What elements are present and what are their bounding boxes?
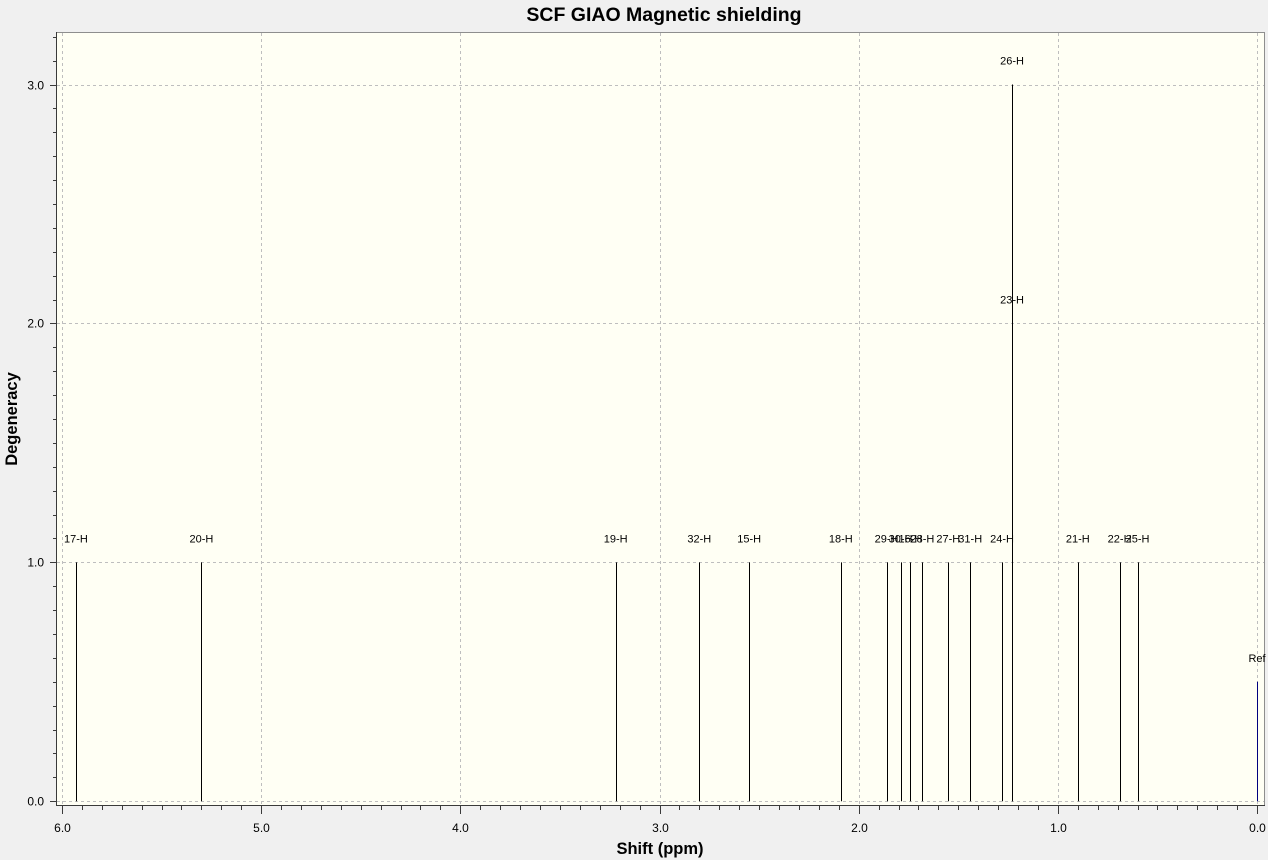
y-tick-label: 2.0 [27, 317, 44, 331]
peak-label-reference: Ref [1248, 653, 1266, 665]
x-tick-label: 3.0 [652, 821, 669, 835]
x-tick-label: 1.0 [1050, 821, 1067, 835]
peak-label-23-h: 23-H [1000, 294, 1024, 306]
x-tick-label: 6.0 [54, 821, 71, 835]
y-axis-title: Degeneracy [3, 371, 21, 465]
peak-label-24-h: 24-H [990, 533, 1014, 545]
y-tick-label: 3.0 [27, 79, 44, 93]
peak-label-20-h: 20-H [189, 533, 213, 545]
x-tick-label: 5.0 [253, 821, 270, 835]
peak-label-17-h: 17-H [64, 533, 88, 545]
peak-label-32-h: 32-H [687, 533, 711, 545]
peak-label-15-h: 15-H [737, 533, 761, 545]
y-tick-label: 1.0 [27, 556, 44, 570]
peak-label-26-h: 26-H [1000, 56, 1024, 68]
peak-label-19-h: 19-H [604, 533, 628, 545]
spectrum-window: SCF GIAO Magnetic shielding 6.0 5.0 4.0 3.0… [0, 0, 1268, 860]
peak-label-28-h: 28-H [910, 533, 934, 545]
peak-label-25-h: 25-H [1126, 533, 1150, 545]
peak-label-21-h: 21-H [1066, 533, 1090, 545]
x-tick-label: 4.0 [452, 821, 469, 835]
peak-label-27-h: 27-H [936, 533, 960, 545]
x-tick-label: 0.0 [1249, 821, 1266, 835]
chart-title: SCF GIAO Magnetic shielding [526, 4, 801, 26]
nmr-spectrum-chart: SCF GIAO Magnetic shielding 6.0 5.0 4.0 3.0… [3, 4, 1267, 858]
x-axis-title: Shift (ppm) [616, 840, 703, 858]
x-tick-label: 2.0 [851, 821, 868, 835]
peak-label-31-h: 31-H [958, 533, 982, 545]
y-tick-label: 0.0 [27, 795, 44, 809]
peak-label-18-h: 18-H [829, 533, 853, 545]
